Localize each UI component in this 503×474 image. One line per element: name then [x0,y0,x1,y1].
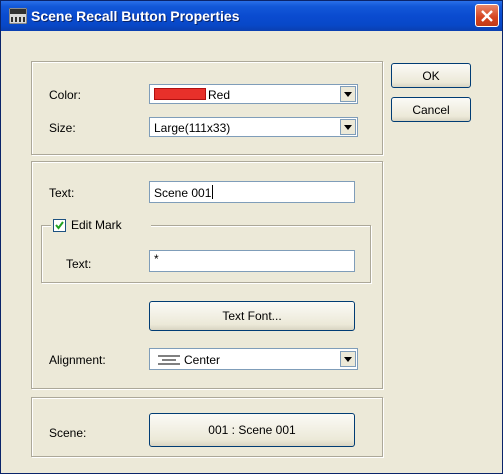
chevron-down-icon[interactable] [340,86,356,102]
cancel-button-label: Cancel [412,103,450,117]
title-bar[interactable]: Scene Recall Button Properties [1,1,502,31]
scene-select-label: 001 : Scene 001 [208,423,296,437]
chevron-down-icon[interactable] [340,351,356,367]
dialog-window: Scene Recall Button Properties OK Cancel… [0,0,503,474]
alignment-dropdown-value: Center [184,353,221,367]
checkmark-icon [55,221,64,230]
edit-mark-checkbox[interactable] [53,219,66,232]
mark-text-input[interactable]: * [149,250,355,272]
text-input[interactable]: Scene 001 [149,181,355,203]
text-font-button-label: Text Font... [222,309,282,323]
close-button[interactable] [475,4,499,27]
mark-text-value: * [154,252,159,266]
alignment-label: Alignment: [49,353,106,367]
ok-button[interactable]: OK [391,63,471,88]
chevron-down-icon[interactable] [340,119,356,135]
size-dropdown[interactable]: Large(111x33) [149,117,358,137]
color-dropdown-value: Red [208,88,231,102]
text-font-button[interactable]: Text Font... [149,301,355,331]
align-center-icon [158,354,180,368]
close-icon [481,10,493,22]
color-swatch [154,88,206,100]
cancel-button[interactable]: Cancel [391,97,471,122]
color-label: Color: [49,88,82,102]
ok-button-label: OK [422,69,440,83]
text-caret [212,185,214,199]
mark-text-label: Text: [66,257,92,271]
appearance-group [31,61,383,155]
color-dropdown[interactable]: Red [149,84,358,104]
scene-label: Scene: [49,426,87,440]
window-title: Scene Recall Button Properties [31,8,240,24]
size-label: Size: [49,121,76,135]
scene-select-button[interactable]: 001 : Scene 001 [149,413,355,447]
size-dropdown-value: Large(111x33) [154,121,231,135]
text-label: Text: [49,186,75,200]
alignment-dropdown[interactable]: Center [149,348,358,370]
edit-mark-label[interactable]: Edit Mark [71,218,122,232]
text-input-value: Scene 001 [154,186,212,200]
dme-app-icon [8,7,28,25]
